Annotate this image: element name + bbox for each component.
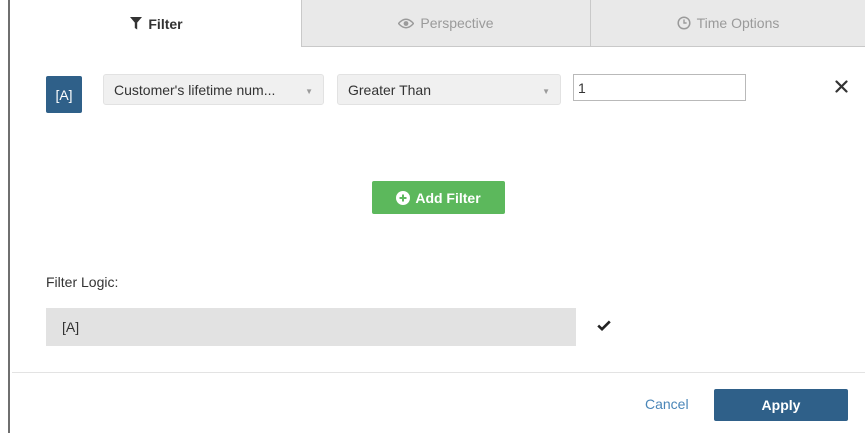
tab-filter-label: Filter	[148, 15, 183, 32]
checkmark-icon	[597, 318, 611, 336]
filter-logic-label: Filter Logic:	[46, 274, 119, 290]
tab-filter[interactable]: Filter	[12, 0, 301, 47]
funnel-icon	[130, 17, 143, 30]
filter-id-badge: [A]	[46, 76, 82, 113]
filter-value-input[interactable]	[573, 74, 746, 101]
plus-circle-icon	[396, 190, 411, 205]
filter-logic-input[interactable]: [A]	[46, 308, 576, 346]
tab-time-options-label: Time Options	[696, 15, 780, 31]
dropdown-arrow-icon: ▼	[542, 87, 550, 96]
eye-icon	[398, 18, 415, 29]
operator-select[interactable]: Greater Than ▼	[337, 74, 561, 105]
field-select[interactable]: Customer's lifetime num... ▼	[103, 74, 324, 105]
operator-select-value: Greater Than	[348, 81, 432, 98]
apply-button[interactable]: Apply	[714, 389, 848, 421]
add-filter-button[interactable]: Add Filter	[372, 181, 505, 214]
footer-divider	[12, 372, 865, 373]
close-icon[interactable]	[832, 77, 850, 95]
filter-logic-value: [A]	[62, 319, 80, 335]
dropdown-arrow-icon: ▼	[305, 87, 313, 96]
tab-bar: Filter Perspective Time Options	[12, 0, 865, 47]
cancel-button[interactable]: Cancel	[645, 396, 689, 412]
filter-dialog: Filter Perspective Time Options [A] Cust…	[8, 0, 865, 433]
clock-icon	[677, 16, 691, 30]
tab-perspective-label: Perspective	[420, 15, 494, 31]
tab-time-options[interactable]: Time Options	[590, 0, 865, 47]
add-filter-label: Add Filter	[415, 189, 481, 206]
field-select-value: Customer's lifetime num...	[114, 81, 276, 98]
tab-perspective[interactable]: Perspective	[301, 0, 590, 47]
